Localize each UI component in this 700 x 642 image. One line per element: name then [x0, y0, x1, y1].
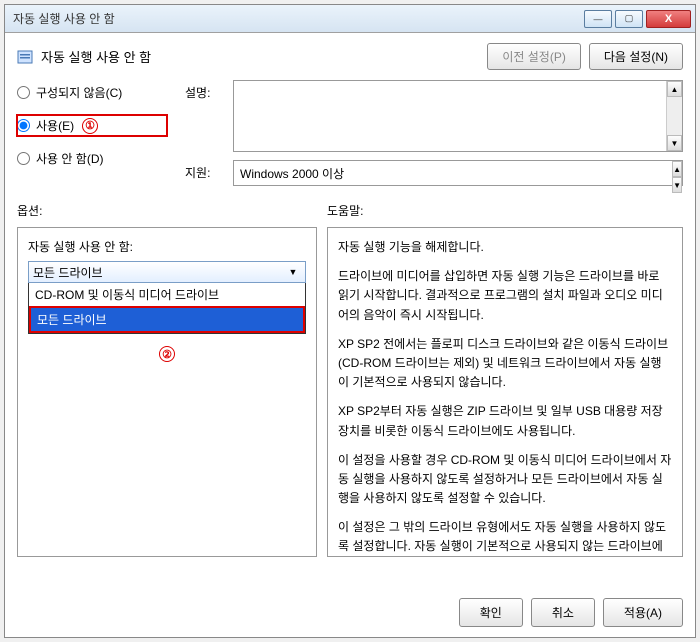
description-textarea[interactable]: ▲ ▼ — [233, 80, 683, 152]
mid-labels: 옵션: 도움말: — [17, 202, 683, 219]
help-text: XP SP2 전에서는 플로피 디스크 드라이브와 같은 이동식 드라이브(CD… — [338, 335, 672, 393]
annotation-box-1: 사용(E) ① — [17, 115, 167, 136]
scroll-up-icon[interactable]: ▲ — [672, 161, 682, 177]
next-setting-button[interactable]: 다음 설정(N) — [589, 43, 683, 70]
cancel-button[interactable]: 취소 — [531, 598, 595, 627]
titlebar[interactable]: 자동 실행 사용 안 함 — ▢ X — [5, 5, 695, 33]
drive-dropdown: CD-ROM 및 이동식 미디어 드라이브 모든 드라이브 — [28, 283, 306, 334]
help-text: 이 설정은 그 밖의 드라이브 유형에서도 자동 실행을 사용하지 않도록 설정… — [338, 518, 672, 557]
help-label: 도움말: — [327, 202, 363, 219]
window-buttons: — ▢ X — [584, 10, 691, 28]
options-panel: 자동 실행 사용 안 함: 모든 드라이브 ▼ CD-ROM 및 이동식 미디어… — [17, 227, 317, 557]
annotation-2-wrap: ② — [28, 334, 306, 362]
maximize-button[interactable]: ▢ — [615, 10, 643, 28]
header: 자동 실행 사용 안 함 이전 설정(P) 다음 설정(N) — [17, 43, 683, 70]
close-button[interactable]: X — [646, 10, 691, 28]
dropdown-item-all-drives[interactable]: 모든 드라이브 — [29, 306, 305, 333]
radio-group: 구성되지 않음(C) 사용(E) ① 사용 안 함(D) — [17, 80, 167, 186]
combo-value: 모든 드라이브 — [33, 264, 103, 281]
annotation-2-icon: ② — [159, 346, 175, 362]
apply-button[interactable]: 적용(A) — [603, 598, 683, 627]
lower-section: 자동 실행 사용 안 함: 모든 드라이브 ▼ CD-ROM 및 이동식 미디어… — [17, 227, 683, 557]
footer-buttons: 확인 취소 적용(A) — [459, 598, 683, 627]
radio-not-configured[interactable]: 구성되지 않음(C) — [17, 84, 167, 101]
radio-not-configured-label: 구성되지 않음(C) — [36, 84, 122, 101]
radio-disabled[interactable]: 사용 안 함(D) — [17, 150, 167, 167]
minimize-button[interactable]: — — [584, 10, 612, 28]
help-text: 드라이브에 미디어를 삽입하면 자동 실행 기능은 드라이브를 바로 읽기 시작… — [338, 267, 672, 325]
radio-not-configured-input[interactable] — [17, 86, 30, 99]
options-label: 옵션: — [17, 202, 327, 219]
combo-label: 자동 실행 사용 안 함: — [28, 238, 306, 255]
support-field: Windows 2000 이상 ▲ ▼ — [233, 160, 683, 186]
radio-enabled-label: 사용(E) — [36, 117, 74, 134]
radio-enabled[interactable]: 사용(E) — [17, 117, 74, 134]
support-value: Windows 2000 이상 — [240, 165, 344, 182]
description-scrollbar[interactable]: ▲ ▼ — [666, 81, 682, 151]
radio-disabled-label: 사용 안 함(D) — [36, 150, 104, 167]
help-text: 자동 실행 기능을 해제합니다. — [338, 238, 672, 257]
annotation-1-icon: ① — [82, 118, 98, 134]
description-section: 설명: ▲ ▼ 지원: Windows 2000 이상 ▲ ▼ — [185, 80, 683, 186]
help-panel[interactable]: 자동 실행 기능을 해제합니다. 드라이브에 미디어를 삽입하면 자동 실행 기… — [327, 227, 683, 557]
policy-window: 자동 실행 사용 안 함 — ▢ X 자동 실행 사용 안 함 이전 설정(P)… — [4, 4, 696, 638]
support-label: 지원: — [185, 160, 225, 181]
scroll-up-icon[interactable]: ▲ — [667, 81, 682, 97]
scroll-down-icon[interactable]: ▼ — [672, 177, 682, 193]
scroll-down-icon[interactable]: ▼ — [667, 135, 682, 151]
page-title: 자동 실행 사용 안 함 — [41, 47, 151, 66]
help-text: XP SP2부터 자동 실행은 ZIP 드라이브 및 일부 USB 대용량 저장… — [338, 402, 672, 440]
ok-button[interactable]: 확인 — [459, 598, 523, 627]
support-scrollbar[interactable]: ▲ ▼ — [672, 161, 682, 185]
policy-icon — [17, 49, 33, 65]
top-section: 구성되지 않음(C) 사용(E) ① 사용 안 함(D) 설명: — [17, 80, 683, 186]
chevron-down-icon: ▼ — [285, 267, 301, 277]
prev-setting-button[interactable]: 이전 설정(P) — [487, 43, 581, 70]
dropdown-item-cdrom[interactable]: CD-ROM 및 이동식 미디어 드라이브 — [29, 283, 305, 306]
help-text: 이 설정을 사용할 경우 CD-ROM 및 이동식 미디어 드라이브에서 자동 … — [338, 451, 672, 509]
content-area: 자동 실행 사용 안 함 이전 설정(P) 다음 설정(N) 구성되지 않음(C… — [5, 33, 695, 637]
drive-combo[interactable]: 모든 드라이브 ▼ — [28, 261, 306, 283]
window-title: 자동 실행 사용 안 함 — [9, 10, 584, 27]
radio-disabled-input[interactable] — [17, 152, 30, 165]
radio-enabled-input[interactable] — [17, 119, 30, 132]
description-label: 설명: — [185, 80, 225, 101]
nav-buttons: 이전 설정(P) 다음 설정(N) — [487, 43, 683, 70]
